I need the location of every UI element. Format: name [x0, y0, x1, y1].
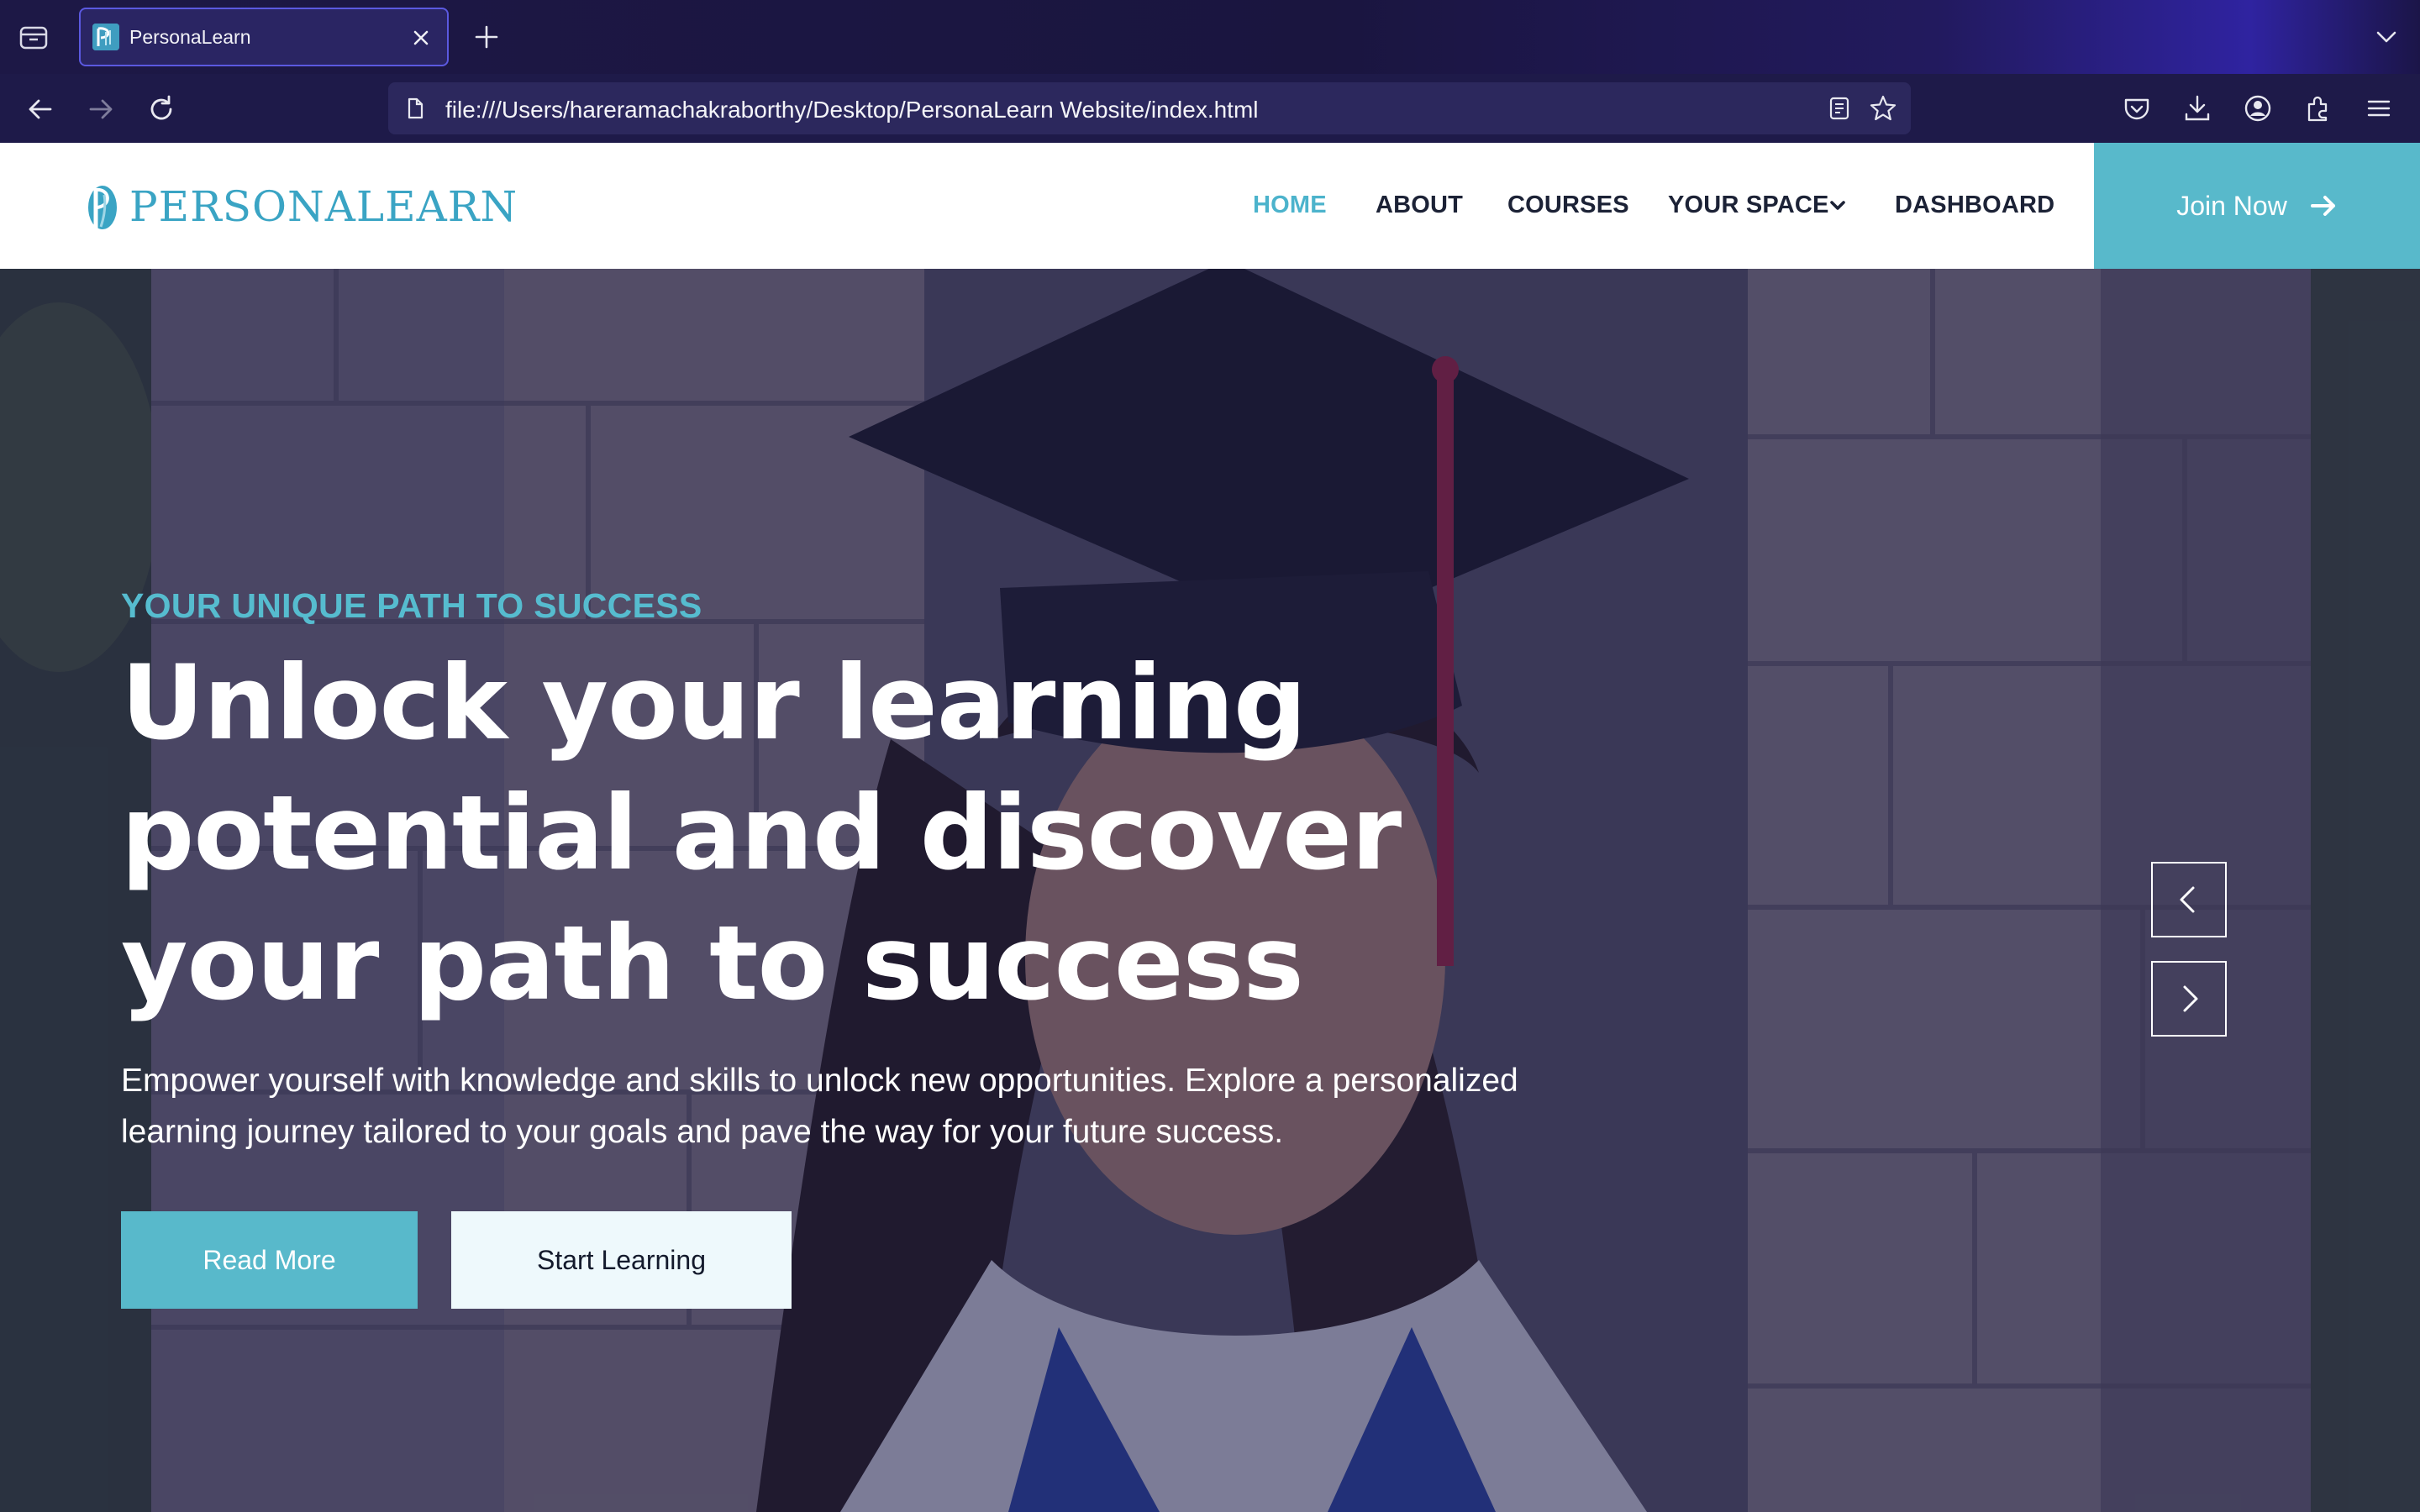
chevron-left-icon	[2180, 886, 2195, 913]
tab-title: PersonaLearn	[129, 26, 251, 48]
nav-home[interactable]: HOME	[1253, 192, 1327, 219]
nav-about[interactable]: ABOUT	[1376, 192, 1463, 219]
pocket-icon[interactable]	[2121, 92, 2153, 124]
star-icon[interactable]	[1869, 94, 1897, 123]
reload-icon[interactable]	[145, 92, 178, 126]
extensions-icon[interactable]	[2302, 92, 2334, 124]
site-header: PERSONALEARN HOME ABOUT COURSES YOUR SPA…	[0, 143, 2420, 269]
reader-view-icon[interactable]	[1827, 96, 1852, 121]
carousel-next-button[interactable]	[2151, 961, 2227, 1037]
nav-dashboard[interactable]: DASHBOARD	[1895, 192, 2054, 219]
personalearn-favicon	[92, 24, 119, 50]
hamburger-menu-icon[interactable]	[2363, 92, 2395, 124]
carousel-prev-button[interactable]	[2151, 862, 2227, 937]
nav-courses[interactable]: COURSES	[1507, 192, 1629, 219]
join-now-button[interactable]: Join Now	[2094, 143, 2420, 269]
back-arrow-icon[interactable]	[24, 92, 57, 126]
join-now-label: Join Now	[2176, 190, 2287, 221]
download-icon[interactable]	[2181, 92, 2213, 124]
site-logo[interactable]: PERSONALEARN	[81, 180, 518, 234]
close-icon[interactable]	[410, 27, 432, 49]
arrow-right-icon	[2309, 192, 2338, 220]
forward-arrow-icon[interactable]	[84, 92, 118, 126]
url-text[interactable]: file:///Users/hareramachakraborthy/Deskt…	[445, 97, 1259, 123]
logo-text: PERSONALEARN	[129, 182, 518, 231]
browser-navigation-bar: file:///Users/hareramachakraborthy/Deskt…	[0, 74, 2420, 143]
read-more-button[interactable]: Read More	[121, 1211, 418, 1309]
hero-section: YOUR UNIQUE PATH TO SUCCESS Unlock your …	[0, 269, 2420, 1512]
chevron-down-icon[interactable]	[1828, 197, 1847, 215]
chevron-right-icon	[2183, 985, 2198, 1012]
nav-your-space[interactable]: YOUR SPACE	[1668, 192, 1829, 219]
browser-tab-bar: PersonaLearn	[0, 0, 2420, 74]
page-icon[interactable]	[403, 97, 427, 120]
account-icon[interactable]	[2242, 92, 2274, 124]
start-learning-button[interactable]: Start Learning	[451, 1211, 792, 1309]
tab-list-icon[interactable]	[18, 22, 49, 52]
hero-subtext: Empower yourself with knowledge and skil…	[121, 1063, 1518, 1150]
hero-headline: Unlock your learning potential and disco…	[121, 643, 1402, 1023]
hero-eyebrow: YOUR UNIQUE PATH TO SUCCESS	[121, 586, 702, 625]
personalearn-logo-icon	[81, 180, 134, 234]
plus-icon[interactable]	[471, 22, 502, 52]
chevron-down-icon[interactable]	[2371, 22, 2402, 52]
tab-personalearn[interactable]: PersonaLearn	[79, 8, 449, 66]
url-bar[interactable]: file:///Users/hareramachakraborthy/Deskt…	[388, 82, 1911, 134]
